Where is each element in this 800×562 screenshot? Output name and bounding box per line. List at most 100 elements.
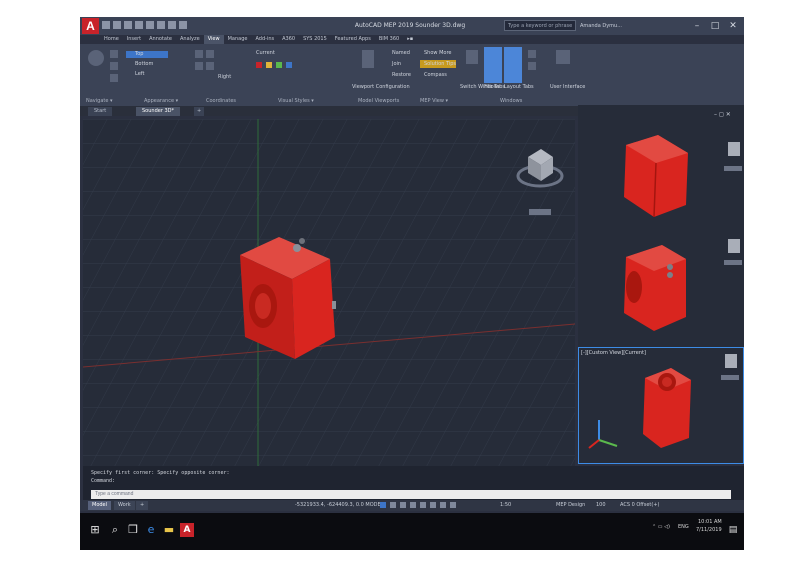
join-viewports-button[interactable]: Join xyxy=(392,61,401,67)
panel-mep-view-label[interactable]: MEP View ▾ xyxy=(420,98,448,104)
annotation-scale[interactable]: 1:50 xyxy=(500,501,511,510)
panel-visual-styles-label[interactable]: Visual Styles ▾ xyxy=(278,98,314,104)
viewcube-mini-icon[interactable] xyxy=(728,239,740,253)
ucs-icon[interactable] xyxy=(195,50,203,58)
viewport-label[interactable]: [-][Custom View][Current] xyxy=(581,350,646,356)
ribbon-tab-3[interactable]: Analyze xyxy=(176,35,204,44)
tab-sounder-3d[interactable]: Sounder 3D* xyxy=(136,107,180,116)
zoom-icon[interactable] xyxy=(110,74,118,82)
main-viewport[interactable] xyxy=(83,119,575,483)
search-icon[interactable]: ⌕ xyxy=(108,523,122,537)
viewport-controls[interactable]: – ◻ ✕ xyxy=(714,111,731,118)
color-yellow-icon[interactable] xyxy=(266,62,272,68)
ucs-world-icon[interactable] xyxy=(206,50,214,58)
ucs-3point-icon[interactable] xyxy=(206,62,214,70)
maximize-icon[interactable]: □ xyxy=(708,19,722,33)
otrack-toggle-icon[interactable] xyxy=(430,502,436,508)
save-icon[interactable] xyxy=(124,21,132,29)
close-icon[interactable]: ✕ xyxy=(726,19,740,33)
view-left-label[interactable]: Left xyxy=(135,71,144,77)
ribbon-tab-6[interactable]: Add-ins xyxy=(251,35,278,44)
file-tabs-button[interactable] xyxy=(484,47,502,83)
viewport-top-right-canvas[interactable]: – ◻ ✕ xyxy=(578,105,744,229)
task-view-icon[interactable]: ❒ xyxy=(126,523,140,537)
wcs-menu-button[interactable] xyxy=(529,209,551,215)
viewport-bottom-right[interactable]: [-][Custom View][Current] xyxy=(578,347,744,464)
visual-style-dropdown[interactable]: Current xyxy=(256,50,275,56)
redo-icon[interactable] xyxy=(168,21,176,29)
orbit-icon[interactable] xyxy=(110,50,118,58)
panel-windows-label[interactable]: Windows xyxy=(500,98,522,104)
tab-work[interactable]: Work xyxy=(114,501,135,510)
viewcube-mini-icon[interactable] xyxy=(728,142,740,156)
tab-model[interactable]: Model xyxy=(88,501,112,510)
coordinates-readout[interactable]: -5321933.4, -624409.3, 0.0 MODEL xyxy=(295,501,383,510)
viewcube-mini-icon[interactable] xyxy=(725,354,737,368)
user-interface-label[interactable]: User Interface xyxy=(550,84,585,90)
main-viewport-canvas[interactable] xyxy=(83,119,575,483)
switch-windows-icon[interactable] xyxy=(466,50,478,64)
ribbon-tab-0[interactable]: Home xyxy=(100,35,123,44)
search-input[interactable]: Type a keyword or phrase xyxy=(504,20,576,31)
minimize-icon[interactable]: – xyxy=(690,19,704,33)
ucs-offset[interactable]: ACS 0 Offset(+) xyxy=(620,501,659,510)
viewport-middle-right-canvas[interactable] xyxy=(578,229,744,349)
tray-icons[interactable]: ⌃ ▭ ◁) xyxy=(652,524,670,530)
autocad-taskbar-icon[interactable]: A xyxy=(180,523,194,537)
named-viewports-button[interactable]: Named xyxy=(392,50,410,56)
panel-coordinates-label[interactable]: Coordinates xyxy=(206,98,236,104)
viewport-configuration-label[interactable]: Viewport Configuration xyxy=(352,84,410,90)
edge-browser-icon[interactable]: e xyxy=(144,523,158,537)
ortho-toggle-icon[interactable] xyxy=(400,502,406,508)
clock-time[interactable]: 10:01 AM xyxy=(698,519,722,525)
new-icon[interactable] xyxy=(102,21,110,29)
workspace-switch[interactable]: MEP Design xyxy=(556,501,585,510)
color-blue-icon[interactable] xyxy=(286,62,292,68)
polar-toggle-icon[interactable] xyxy=(410,502,416,508)
panel-navigate-label[interactable]: Navigate ▾ xyxy=(86,98,113,104)
color-red-icon[interactable] xyxy=(256,62,262,68)
panel-model-viewports-label[interactable]: Model Viewports xyxy=(358,98,399,104)
ribbon-tab-9[interactable]: Featured Apps xyxy=(331,35,375,44)
clock-date[interactable]: 7/11/2019 xyxy=(696,527,722,533)
tile-vertical-icon[interactable] xyxy=(528,62,536,70)
compass-button[interactable]: Compass xyxy=(424,72,447,78)
ucs-origin-icon[interactable] xyxy=(195,62,203,70)
grid-toggle-icon[interactable] xyxy=(380,502,386,508)
steering-wheels-icon[interactable] xyxy=(88,50,104,66)
file-explorer-icon[interactable]: ▬ xyxy=(162,523,176,537)
view-top[interactable] xyxy=(126,51,168,58)
ribbon-tab-11[interactable]: ▸▪ xyxy=(403,35,417,44)
viewport-bottom-right-canvas[interactable] xyxy=(579,348,743,463)
view-bottom-label[interactable]: Bottom xyxy=(135,61,153,67)
windows-start-icon[interactable]: ⊞ xyxy=(88,523,102,537)
plot-icon[interactable] xyxy=(146,21,154,29)
language-indicator[interactable]: ENG xyxy=(678,524,689,530)
viewport-top-right[interactable]: – ◻ ✕ xyxy=(578,105,744,229)
ribbon-tab-1[interactable]: Insert xyxy=(123,35,145,44)
tile-horizontal-icon[interactable] xyxy=(528,50,536,58)
ribbon-tab-8[interactable]: SYS 2015 xyxy=(299,35,331,44)
share-icon[interactable] xyxy=(179,21,187,29)
ribbon-tab-10[interactable]: BIM 360 xyxy=(375,35,403,44)
pan-icon[interactable] xyxy=(110,62,118,70)
new-tab-button[interactable]: + xyxy=(194,107,205,116)
save-as-icon[interactable] xyxy=(135,21,143,29)
restore-viewports-button[interactable]: Restore xyxy=(392,72,411,78)
add-layout-button[interactable]: + xyxy=(136,501,149,510)
panel-appearance-label[interactable]: Appearance ▾ xyxy=(144,98,178,104)
show-more-button[interactable]: Show More xyxy=(424,50,451,56)
user-interface-icon[interactable] xyxy=(556,50,570,64)
zoom-level[interactable]: 100 xyxy=(596,501,606,510)
tab-start[interactable]: Start xyxy=(88,107,113,116)
ribbon-tab-4[interactable]: View xyxy=(203,35,224,44)
user-account[interactable]: Amanda Dymu... xyxy=(580,21,660,31)
solution-tips-button[interactable]: Solution Tips xyxy=(424,61,456,67)
ribbon-tab-5[interactable]: Manage xyxy=(224,35,252,44)
transparency-toggle-icon[interactable] xyxy=(450,502,456,508)
undo-icon[interactable] xyxy=(157,21,165,29)
command-input[interactable]: Type a command xyxy=(91,490,731,499)
osnap-toggle-icon[interactable] xyxy=(420,502,426,508)
ucs-name-label[interactable]: Right xyxy=(218,74,231,80)
ribbon-tab-2[interactable]: Annotate xyxy=(145,35,176,44)
